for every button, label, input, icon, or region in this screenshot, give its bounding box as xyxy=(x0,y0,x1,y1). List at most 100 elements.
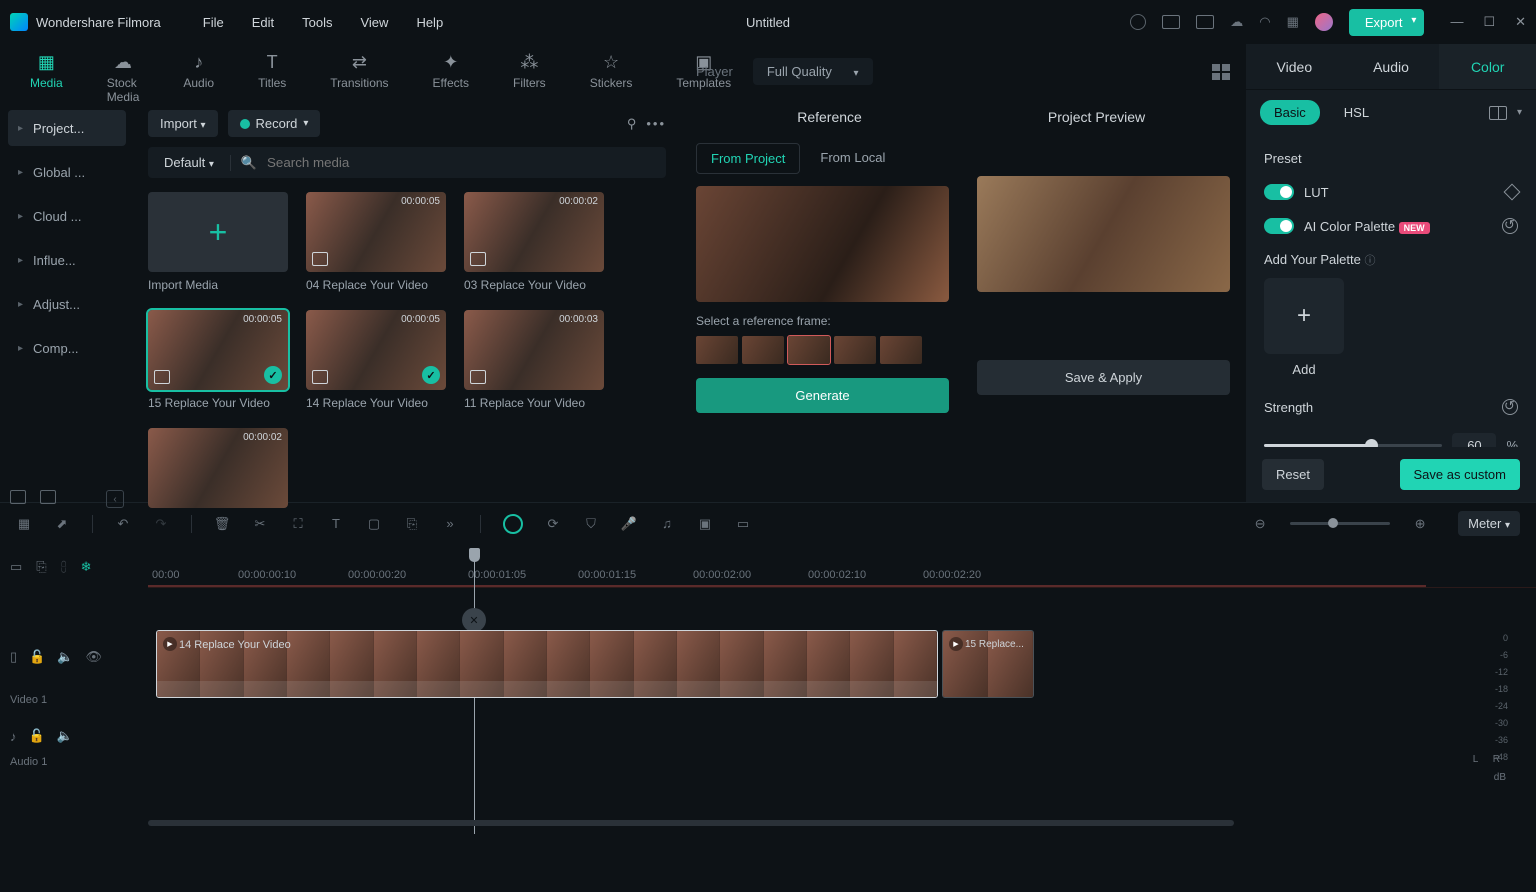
collapse-sidebar-button[interactable]: ‹ xyxy=(106,490,124,508)
shield-icon[interactable]: ⛉ xyxy=(583,516,599,532)
record-dropdown[interactable]: Record ▾ xyxy=(228,110,321,137)
split-icon[interactable]: ✂ xyxy=(252,516,268,532)
tab-video[interactable]: Video xyxy=(1246,44,1343,89)
sidebar-item-influe[interactable]: ▸Influe... xyxy=(8,242,126,278)
tab-media[interactable]: ▦Media xyxy=(30,52,63,90)
reference-frame[interactable] xyxy=(742,336,784,364)
render-icon[interactable]: ▭ xyxy=(735,516,751,532)
delete-icon[interactable]: 🗑 xyxy=(214,516,230,532)
strength-slider[interactable] xyxy=(1264,444,1442,447)
frame-icon[interactable]: ▢ xyxy=(366,516,382,532)
ai-palette-toggle[interactable] xyxy=(1264,218,1294,234)
quality-dropdown[interactable]: Full Quality ▾ xyxy=(753,58,873,85)
reference-frame[interactable] xyxy=(834,336,876,364)
save-icon[interactable] xyxy=(1196,15,1214,29)
audio-track-icon[interactable]: ♪ xyxy=(10,729,17,744)
lock-icon[interactable]: 🔓 xyxy=(29,649,45,665)
media-clip[interactable]: 00:00:05✓15 Replace Your Video xyxy=(148,310,288,410)
reference-frame[interactable] xyxy=(696,336,738,364)
close-button[interactable]: ✕ xyxy=(1515,14,1526,30)
reference-frame[interactable] xyxy=(880,336,922,364)
help-icon[interactable]: ⓘ xyxy=(1364,255,1375,267)
maximize-button[interactable]: ☐ xyxy=(1483,14,1495,30)
new-folder-icon[interactable] xyxy=(10,490,26,504)
tab-from-local[interactable]: From Local xyxy=(806,143,899,174)
mic-icon[interactable]: 🎤 xyxy=(621,516,637,532)
media-clip[interactable]: 00:00:0311 Replace Your Video xyxy=(464,310,604,410)
lut-toggle[interactable] xyxy=(1264,184,1294,200)
reset-icon[interactable] xyxy=(1502,399,1518,415)
strength-value[interactable]: 60 xyxy=(1452,433,1496,447)
link-icon[interactable]: ⎘ xyxy=(404,516,420,532)
media-clip[interactable]: 00:00:05✓14 Replace Your Video xyxy=(306,310,446,410)
chevron-down-icon[interactable]: ▾ xyxy=(1517,107,1522,118)
record-status-icon[interactable] xyxy=(1130,14,1146,30)
timeline-clip[interactable]: ▶ 15 Replace... xyxy=(942,630,1034,698)
more-tools-icon[interactable]: » xyxy=(442,516,458,532)
sidebar-item-adjust[interactable]: ▸Adjust... xyxy=(8,286,126,322)
magnet-icon[interactable]: ⩉ xyxy=(61,559,67,575)
mute-icon[interactable]: 🔈 xyxy=(57,728,73,744)
cloud-icon[interactable]: ☁ xyxy=(1230,14,1243,30)
compare-icon[interactable] xyxy=(1489,106,1507,120)
filter-icon[interactable]: ⚲ xyxy=(627,116,637,132)
device-icon[interactable] xyxy=(1162,15,1180,29)
meter-dropdown[interactable]: Meter ▾ xyxy=(1458,511,1520,536)
sidebar-item-cloud[interactable]: ▸Cloud ... xyxy=(8,198,126,234)
smart-tool-icon[interactable] xyxy=(503,514,523,534)
layout-grid-icon[interactable] xyxy=(1212,64,1230,80)
crop-icon[interactable]: ⛶ xyxy=(290,516,306,532)
add-palette-button[interactable]: + xyxy=(1264,278,1344,354)
sidebar-item-project[interactable]: ▸Project... xyxy=(8,110,126,146)
track-link-icon[interactable]: ▭ xyxy=(10,559,22,575)
track-link2-icon[interactable]: ⎘ xyxy=(36,559,46,575)
sidebar-item-global[interactable]: ▸Global ... xyxy=(8,154,126,190)
minimize-button[interactable]: — xyxy=(1450,14,1463,30)
media-clip[interactable]: 00:00:0504 Replace Your Video xyxy=(306,192,446,292)
folder-icon[interactable] xyxy=(40,490,56,504)
save-apply-button[interactable]: Save & Apply xyxy=(977,360,1230,395)
apps-icon[interactable]: ▦ xyxy=(1287,14,1299,30)
tab-audio[interactable]: Audio xyxy=(1343,44,1440,89)
tab-audio[interactable]: ♪Audio xyxy=(183,52,214,90)
mixer-icon[interactable]: ♫ xyxy=(659,516,675,532)
zoom-out-icon[interactable]: ⊖ xyxy=(1252,516,1268,532)
video-track-icon[interactable]: ▯ xyxy=(10,649,17,665)
tab-titles[interactable]: TTitles xyxy=(258,52,286,90)
timeline-clip[interactable]: ▶ 14 Replace Your Video xyxy=(156,630,938,698)
marker-icon[interactable]: ▣ xyxy=(697,516,713,532)
menu-edit[interactable]: Edit xyxy=(252,15,274,30)
text-icon[interactable]: T xyxy=(328,516,344,532)
sidebar-item-comp[interactable]: ▸Comp... xyxy=(8,330,126,366)
sort-dropdown[interactable]: Default ▾ xyxy=(158,151,220,174)
zoom-slider[interactable] xyxy=(1290,522,1390,525)
tab-transitions[interactable]: ⇄Transitions xyxy=(330,52,388,90)
playhead-knob-icon[interactable]: ✕ xyxy=(462,608,486,632)
undo-icon[interactable]: ↶ xyxy=(115,516,131,532)
timeline-ruler[interactable]: 00:00 00:00:00:10 00:00:00:20 00:00:01:0… xyxy=(148,550,1536,588)
reset-icon[interactable] xyxy=(1502,218,1518,234)
tab-color[interactable]: Color xyxy=(1439,44,1536,89)
zoom-in-icon[interactable]: ⊕ xyxy=(1412,516,1428,532)
keyframe-icon[interactable] xyxy=(1504,184,1521,201)
reference-frame[interactable] xyxy=(788,336,830,364)
generate-button[interactable]: Generate xyxy=(696,378,949,413)
tab-filters[interactable]: ⁂Filters xyxy=(513,52,546,90)
export-button[interactable]: Export xyxy=(1349,9,1425,36)
mute-icon[interactable]: 🔈 xyxy=(57,649,73,665)
menu-help[interactable]: Help xyxy=(416,15,443,30)
menu-view[interactable]: View xyxy=(360,15,388,30)
tab-effects[interactable]: ✦Effects xyxy=(433,52,469,90)
media-clip[interactable]: 00:00:02 xyxy=(148,428,288,508)
menu-tools[interactable]: Tools xyxy=(302,15,332,30)
headphones-icon[interactable]: ◠ xyxy=(1259,14,1270,30)
freeze-icon[interactable]: ❄ xyxy=(81,559,92,575)
import-media-tile[interactable]: +Import Media xyxy=(148,192,288,292)
media-clip[interactable]: 00:00:0203 Replace Your Video xyxy=(464,192,604,292)
pointer-icon[interactable]: ⬈ xyxy=(54,516,70,532)
menu-file[interactable]: File xyxy=(203,15,224,30)
subtab-hsl[interactable]: HSL xyxy=(1330,100,1383,125)
tab-stock-media[interactable]: ☁Stock Media xyxy=(107,52,140,104)
save-as-custom-button[interactable]: Save as custom xyxy=(1400,459,1521,490)
search-input[interactable] xyxy=(267,155,656,170)
